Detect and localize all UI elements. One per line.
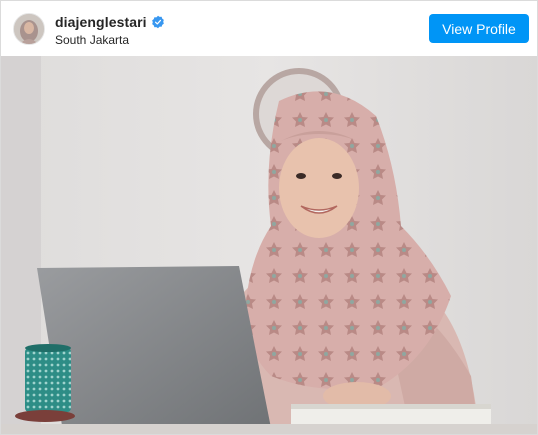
username-row: diajenglestari: [55, 13, 165, 31]
post-photo[interactable]: [1, 56, 537, 434]
photo-image: [1, 56, 537, 434]
avatar[interactable]: [13, 13, 45, 45]
location-link[interactable]: South Jakarta: [55, 33, 129, 47]
view-profile-button[interactable]: View Profile: [429, 14, 529, 43]
post-header: diajenglestari South Jakarta View Profil…: [1, 1, 537, 56]
avatar-image: [14, 14, 44, 44]
username[interactable]: diajenglestari: [55, 14, 147, 30]
embed-card: diajenglestari South Jakarta View Profil…: [0, 0, 538, 435]
verified-badge-icon: [151, 15, 165, 29]
